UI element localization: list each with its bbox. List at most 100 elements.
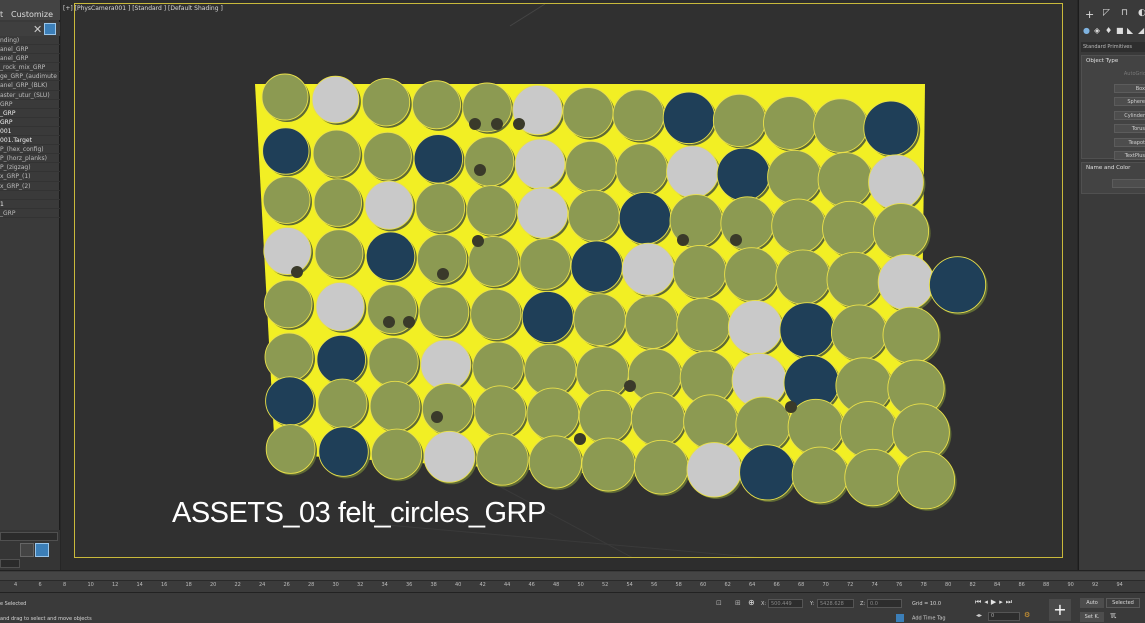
felt-circle[interactable] — [562, 87, 614, 139]
primitive-button[interactable]: Torus — [1114, 124, 1145, 133]
felt-circle[interactable] — [423, 430, 476, 483]
felt-circle[interactable] — [476, 433, 529, 486]
felt-circle[interactable] — [528, 435, 582, 489]
felt-circle[interactable] — [724, 247, 779, 302]
mounting-dot[interactable] — [383, 316, 395, 328]
primitive-button[interactable]: Teapot — [1114, 137, 1145, 147]
mounting-dot[interactable] — [431, 411, 443, 423]
felt-circle[interactable] — [720, 196, 775, 251]
felt-circle[interactable] — [265, 424, 316, 474]
mounting-dot[interactable] — [469, 118, 481, 130]
felt-circle[interactable] — [578, 389, 633, 444]
mounting-dot[interactable] — [785, 401, 797, 413]
felt-circle[interactable] — [365, 231, 416, 281]
felt-circle[interactable] — [474, 385, 527, 438]
shapes-icon[interactable]: ◈ — [1094, 26, 1100, 35]
felt-circle[interactable] — [928, 256, 987, 314]
felt-circle[interactable] — [263, 279, 313, 329]
explorer-field[interactable] — [0, 559, 20, 568]
x-coord-field[interactable]: 500.449 — [768, 599, 803, 608]
felt-circle[interactable] — [369, 380, 421, 432]
felt-circle[interactable] — [466, 185, 517, 236]
felt-circle[interactable] — [470, 288, 522, 341]
auto-key-button[interactable]: Auto — [1080, 598, 1104, 608]
time-slider-track[interactable] — [0, 572, 1145, 581]
key-filters-icon[interactable]: ℼ — [1110, 611, 1116, 621]
lights-icon[interactable]: ♦ — [1105, 26, 1112, 35]
timeline[interactable]: 4 6 8 10 12 14 16 18 20 22 24 26 28 30 32 34 36 38 40 42 44 4… — [0, 570, 1145, 592]
felt-circle[interactable] — [361, 78, 411, 127]
felt-circle[interactable] — [567, 189, 620, 242]
felt-circle[interactable] — [581, 437, 636, 492]
felt-circle[interactable] — [877, 253, 935, 311]
clear-filter-icon[interactable]: ✕ — [33, 23, 42, 36]
menu-item-partial[interactable]: t — [0, 10, 3, 19]
scene-tree-item[interactable]: _GRP — [0, 109, 60, 118]
felt-circle[interactable] — [633, 439, 689, 495]
felt-circle[interactable] — [662, 91, 716, 145]
menu-item-customize[interactable]: Customize — [11, 10, 53, 19]
key-mode-icon[interactable]: ◂▸ — [976, 612, 982, 619]
scene-tree-item[interactable]: 1 — [0, 200, 60, 209]
felt-circle[interactable] — [262, 176, 311, 224]
absolute-mode-icon[interactable]: ⊕ — [748, 598, 755, 607]
mounting-dot[interactable] — [677, 234, 689, 246]
scene-tree-item[interactable]: ge_GRP_(audimute — [0, 72, 60, 82]
felt-circle[interactable] — [317, 378, 368, 429]
felt-circle[interactable] — [573, 293, 626, 346]
scene-tree-item[interactable]: GRP — [0, 118, 60, 127]
category-dropdown[interactable]: Standard Primitives — [1081, 42, 1145, 52]
felt-circle[interactable] — [363, 131, 412, 181]
motion-tab-icon[interactable]: ◐ — [1138, 8, 1145, 18]
primitive-button[interactable]: Sphere — [1114, 97, 1145, 106]
perspective-viewport[interactable] — [74, 3, 1063, 558]
felt-circle[interactable] — [413, 134, 464, 184]
mounting-dot[interactable] — [291, 266, 303, 278]
cameras-icon[interactable]: ■ — [1116, 26, 1124, 35]
scene-tree-item[interactable]: P_(zigzag) — [0, 163, 60, 173]
felt-circle[interactable] — [630, 392, 686, 447]
name-color-title[interactable]: Name and Color — [1082, 163, 1145, 173]
horizontal-scrollbar[interactable] — [0, 532, 58, 541]
felt-circle[interactable] — [863, 100, 919, 156]
felt-circle[interactable] — [676, 297, 731, 352]
scene-tree-item[interactable]: P_(hex_config) — [0, 145, 60, 155]
felt-circle[interactable] — [683, 394, 739, 450]
felt-circle[interactable] — [364, 180, 414, 230]
add-time-tag[interactable]: Add Time Tag — [896, 614, 952, 623]
mounting-dot[interactable] — [624, 380, 636, 392]
explorer-mode-icon[interactable] — [35, 543, 49, 557]
scene-tree-item[interactable] — [0, 191, 60, 200]
felt-circle[interactable] — [844, 448, 902, 507]
felt-circle[interactable] — [420, 339, 472, 391]
object-name-field[interactable] — [1112, 179, 1145, 188]
felt-circle[interactable] — [771, 198, 826, 254]
scene-tree-item[interactable]: nding) — [0, 36, 60, 46]
key-filter-dropdown[interactable]: Selected — [1106, 598, 1140, 608]
layer-stack-icon[interactable] — [20, 543, 34, 557]
mounting-dot[interactable] — [472, 235, 484, 247]
felt-circle[interactable] — [519, 238, 571, 290]
mounting-dot[interactable] — [437, 268, 449, 280]
felt-circle[interactable] — [421, 383, 474, 435]
felt-circle[interactable] — [896, 451, 956, 510]
felt-circle[interactable] — [735, 396, 792, 453]
object-type-title[interactable]: Object Type — [1082, 56, 1145, 66]
set-key-button[interactable]: Set K. — [1080, 612, 1104, 622]
go-to-start-icon[interactable]: ⏮ — [975, 598, 984, 606]
felt-circle[interactable] — [615, 143, 668, 196]
felt-circle[interactable] — [727, 299, 783, 355]
scene-tree-item[interactable]: 001 — [0, 127, 60, 137]
felt-circle[interactable] — [618, 191, 672, 245]
primitive-button[interactable]: Box — [1114, 83, 1145, 93]
felt-circle[interactable] — [514, 138, 566, 190]
felt-circle[interactable] — [315, 282, 365, 332]
primitive-button[interactable]: AutoGrid — [1114, 70, 1145, 79]
felt-circle[interactable] — [311, 75, 360, 124]
felt-circle[interactable] — [624, 295, 679, 349]
felt-circle[interactable] — [314, 229, 364, 279]
felt-circle[interactable] — [316, 334, 367, 385]
scene-tree-item[interactable]: aster_utur_(SLU) — [0, 91, 60, 100]
felt-circle[interactable] — [621, 242, 675, 296]
felt-circle[interactable] — [370, 428, 423, 480]
